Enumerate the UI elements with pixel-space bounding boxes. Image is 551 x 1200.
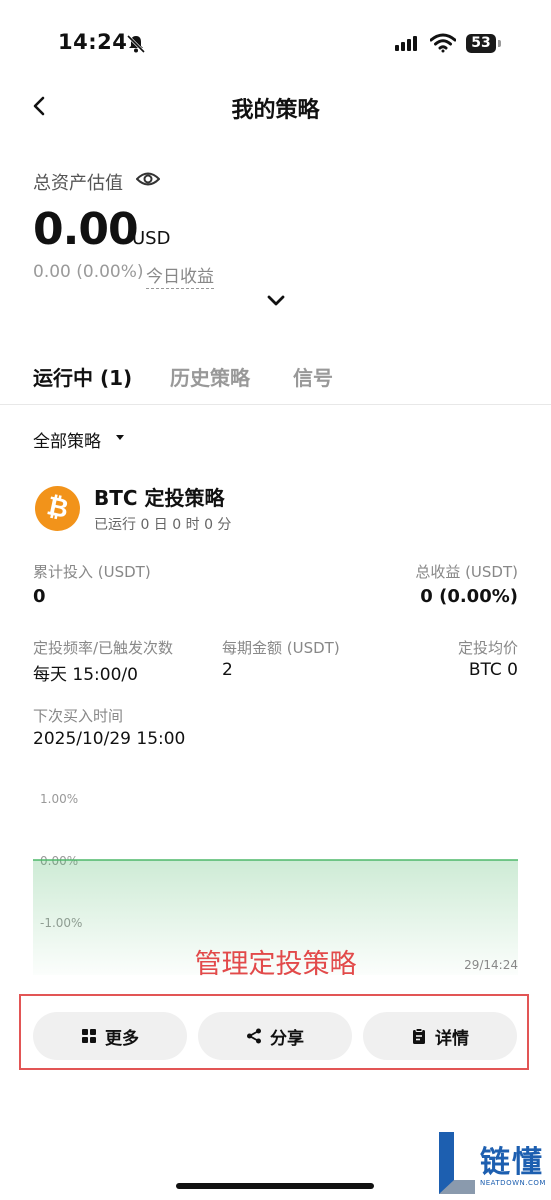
details-button-label: 详情 <box>435 1028 469 1049</box>
page-title: 我的策略 <box>231 98 320 123</box>
amount-label: 每期金额 (USDT) <box>222 639 340 657</box>
strategy-filter-dropdown[interactable]: 全部策略 <box>33 427 101 452</box>
tab-signal[interactable]: 信号 <box>293 362 333 391</box>
tabs-divider <box>0 404 551 405</box>
today-profit-label[interactable]: 今日收益 <box>146 262 214 289</box>
total-assets-unit: USD <box>132 228 171 249</box>
frequency-label: 定投频率/已触发次数 <box>33 639 174 657</box>
total-profit-value: 0 (0.00%) <box>420 586 518 607</box>
share-button-label: 分享 <box>270 1028 304 1049</box>
watermark-cn: 链懂 <box>480 1145 544 1180</box>
total-assets-label: 总资产估值 <box>33 173 123 194</box>
total-profit-label: 总收益 (USDT) <box>415 563 518 581</box>
invested-label: 累计投入 (USDT) <box>33 563 151 581</box>
caret-down-icon <box>116 435 124 440</box>
home-indicator[interactable] <box>176 1183 374 1189</box>
strategy-running-time: 已运行 0 日 0 时 0 分 <box>94 517 232 533</box>
watermark-en: NEATDOWN.COM <box>480 1179 546 1187</box>
total-assets-value: 0.00 <box>33 204 139 255</box>
next-buy-label: 下次买入时间 <box>33 707 124 725</box>
strategy-name[interactable]: BTC 定投策略 <box>94 482 225 511</box>
battery-indicator: 53 <box>466 34 496 53</box>
avg-price-value: BTC 0 <box>468 660 518 680</box>
more-button[interactable]: 更多 <box>33 1012 187 1060</box>
tab-running[interactable]: 运行中 (1) <box>33 362 132 391</box>
wifi-icon <box>430 33 456 53</box>
avg-price-label: 定投均价 <box>457 639 518 657</box>
cellular-signal-icon <box>395 36 417 51</box>
bell-muted-icon <box>126 34 146 54</box>
chevron-down-icon[interactable] <box>266 294 286 308</box>
tab-history[interactable]: 历史策略 <box>170 362 250 391</box>
eye-icon[interactable] <box>136 169 160 189</box>
grid-icon <box>82 1029 96 1043</box>
share-button[interactable]: 分享 <box>198 1012 352 1060</box>
assets-change: 0.00 (0.00%) <box>33 262 144 282</box>
next-buy-value: 2025/10/29 15:00 <box>33 729 186 749</box>
bitcoin-icon: ₿ <box>35 486 80 531</box>
share-icon <box>247 1028 261 1044</box>
watermark-logo <box>439 1132 475 1194</box>
y-tick-label: 1.00% <box>40 792 78 806</box>
clipboard-icon <box>413 1028 425 1044</box>
overlay-caption: 管理定投策略 <box>194 949 357 980</box>
amount-value: 2 <box>222 660 233 680</box>
battery-tip <box>498 40 501 47</box>
frequency-value: 每天 15:00/0 <box>33 665 138 685</box>
status-time: 14:24 <box>58 30 128 54</box>
invested-value: 0 <box>33 586 46 607</box>
details-button[interactable]: 详情 <box>363 1012 517 1060</box>
more-button-label: 更多 <box>105 1028 139 1049</box>
